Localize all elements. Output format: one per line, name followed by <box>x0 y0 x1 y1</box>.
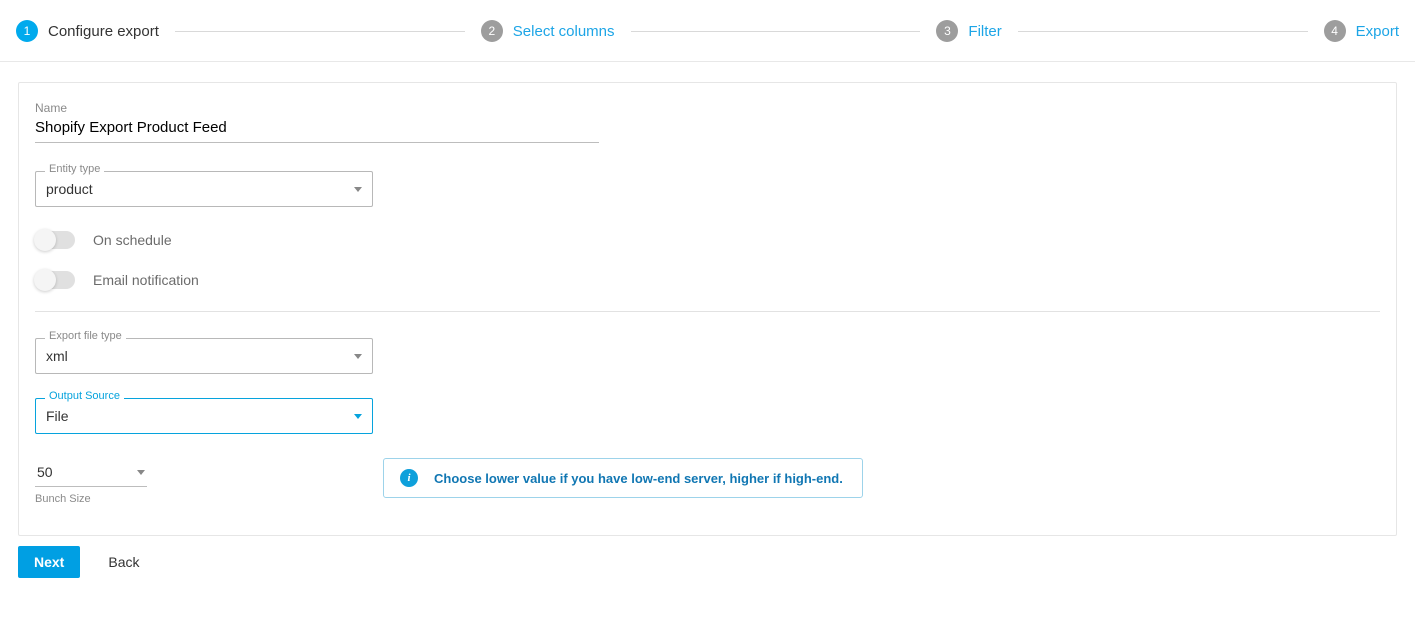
email-notification-row: Email notification <box>35 271 1380 289</box>
email-notification-toggle[interactable] <box>35 271 75 289</box>
wizard-footer: Next Back <box>0 536 1415 592</box>
on-schedule-label: On schedule <box>93 232 172 248</box>
info-text: Choose lower value if you have low-end s… <box>434 471 843 486</box>
output-source-select[interactable]: Output Source File <box>35 398 373 434</box>
step-number-badge: 1 <box>16 20 38 42</box>
name-input[interactable] <box>35 115 599 143</box>
bunch-size-info-banner: i Choose lower value if you have low-end… <box>383 458 863 498</box>
export-file-type-label: Export file type <box>45 330 126 342</box>
bunch-size-label: Bunch Size <box>35 493 147 505</box>
step-label: Select columns <box>513 23 615 40</box>
step-connector <box>1018 31 1308 32</box>
step-number-badge: 3 <box>936 20 958 42</box>
chevron-down-icon <box>354 354 362 359</box>
output-source-value: File <box>46 408 69 424</box>
back-button[interactable]: Back <box>104 546 143 578</box>
step-number-badge: 2 <box>481 20 503 42</box>
step-configure-export[interactable]: 1 Configure export <box>16 20 159 42</box>
name-field-wrapper: Name <box>35 101 599 143</box>
export-file-type-select[interactable]: Export file type xml <box>35 338 373 374</box>
on-schedule-row: On schedule <box>35 231 1380 249</box>
entity-type-label: Entity type <box>45 163 104 175</box>
step-filter[interactable]: 3 Filter <box>936 20 1001 42</box>
step-label: Export <box>1356 23 1399 40</box>
info-icon: i <box>400 469 418 487</box>
on-schedule-toggle[interactable] <box>35 231 75 249</box>
output-source-label: Output Source <box>45 390 124 402</box>
chevron-down-icon <box>354 414 362 419</box>
section-divider <box>35 311 1380 312</box>
step-label: Filter <box>968 23 1001 40</box>
toggle-knob <box>34 269 56 291</box>
toggle-knob <box>34 229 56 251</box>
chevron-down-icon <box>354 187 362 192</box>
entity-type-select[interactable]: Entity type product <box>35 171 373 207</box>
chevron-down-icon <box>137 470 145 475</box>
step-select-columns[interactable]: 2 Select columns <box>481 20 615 42</box>
step-connector <box>175 31 465 32</box>
step-export[interactable]: 4 Export <box>1324 20 1399 42</box>
email-notification-label: Email notification <box>93 272 199 288</box>
name-label: Name <box>35 101 599 115</box>
entity-type-value: product <box>46 181 93 197</box>
bunch-size-select[interactable]: 50 <box>35 458 147 487</box>
configure-export-form: Name Entity type product On schedule <box>18 82 1397 536</box>
bunch-size-field: 50 Bunch Size <box>35 458 147 505</box>
step-label: Configure export <box>48 23 159 40</box>
export-file-type-value: xml <box>46 348 68 364</box>
bunch-size-value: 50 <box>37 464 53 480</box>
wizard-stepper: 1 Configure export 2 Select columns 3 Fi… <box>0 0 1415 62</box>
step-connector <box>631 31 921 32</box>
step-number-badge: 4 <box>1324 20 1346 42</box>
next-button[interactable]: Next <box>18 546 80 578</box>
